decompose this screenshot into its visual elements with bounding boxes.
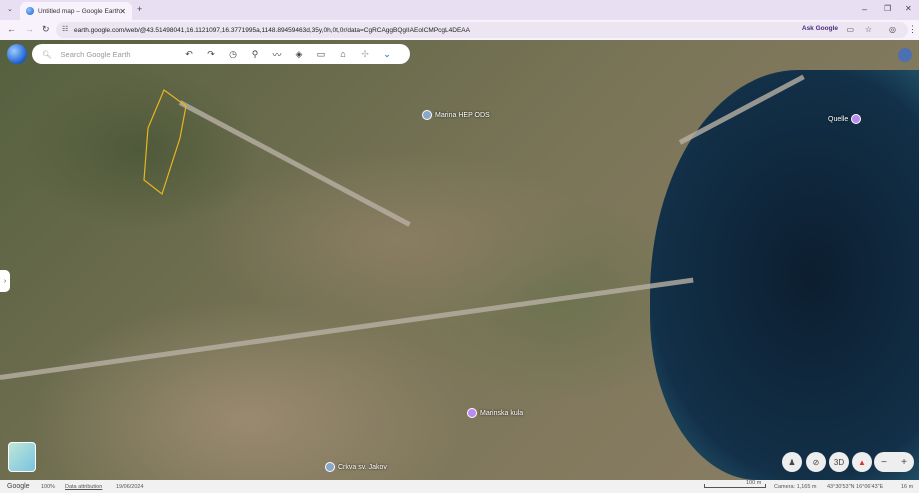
google-earth-favicon-icon (26, 7, 34, 15)
close-tab-icon[interactable]: ✕ (119, 7, 126, 16)
satellite-map[interactable]: 🔍︎ Search Google Earth ↶ ↷ ◷ ⚲ 〰 ◈ ▭ ⌂ ✣ … (0, 40, 919, 480)
pin-icon (325, 462, 335, 472)
profile-icon[interactable]: ◎ (889, 25, 896, 34)
label-text: Crkva sv. Jakov (338, 463, 387, 471)
layers-icon[interactable]: ◈ (288, 49, 310, 60)
place-label-marina-hep-ods[interactable]: Marina HEP ODS (422, 110, 490, 120)
compass-reset-icon[interactable]: ⊘ (806, 452, 826, 472)
projects-icon[interactable]: ⌂ (332, 49, 354, 59)
voyager-icon[interactable]: ✣ (354, 49, 376, 60)
history-icon[interactable]: ◷ (222, 49, 244, 60)
tab-title: Untitled map – Google Earth (38, 7, 121, 15)
label-text: Marinska kula (480, 409, 524, 417)
compass-icon[interactable]: ▲ (852, 452, 872, 472)
search-placeholder: Search Google Earth (60, 49, 131, 59)
search-input[interactable]: 🔍︎ Search Google Earth (32, 44, 172, 64)
3d-toggle-button[interactable]: 3D (829, 452, 849, 472)
drawn-polygon[interactable] (140, 88, 190, 198)
coordinates: 43°30'53"N 16°06'43"E (827, 483, 884, 490)
zoom-out-icon[interactable]: − (881, 457, 887, 468)
undo-icon[interactable]: ↶ (178, 49, 200, 60)
tab-google-earth[interactable]: Untitled map – Google Earth ✕ (20, 2, 132, 20)
status-bar: Google 100% Data attribution 19/06/2024 … (0, 480, 919, 493)
url-input[interactable]: ☷ earth.google.com/web/@43.51498041,16.1… (56, 22, 908, 38)
ask-google-button[interactable]: Ask Google (802, 25, 838, 32)
pin-icon (851, 114, 862, 124)
forward-icon[interactable]: → (25, 24, 34, 34)
restore-icon[interactable]: ❐ (884, 4, 891, 13)
bookmark-star-icon[interactable]: ☆ (865, 25, 872, 34)
search-icon: 🔍︎ (42, 49, 52, 59)
new-tab-icon[interactable]: + (137, 4, 142, 14)
scale-label: 100 m (746, 480, 762, 486)
account-avatar[interactable] (898, 48, 912, 62)
zoom-control: − + (874, 452, 914, 472)
google-logo: Google (7, 483, 30, 490)
imagery-date: 19/06/2024 (116, 483, 144, 490)
back-icon[interactable]: ← (7, 24, 16, 34)
tab-bar: ⌄ Untitled map – Google Earth ✕ + – ❐ ✕ (0, 0, 919, 20)
place-label-marinska-kula[interactable]: Marinska kula (467, 408, 523, 418)
road (178, 100, 411, 227)
zoom-level: 100% (41, 483, 56, 490)
menu-icon[interactable]: ⋮ (908, 24, 917, 35)
site-info-icon[interactable]: ☷ (62, 25, 68, 33)
place-label-quelle[interactable]: Quelle (828, 114, 862, 124)
data-attribution-link[interactable]: Data attribution (65, 484, 102, 490)
redo-icon[interactable]: ↷ (200, 49, 222, 60)
place-label-crkva-sv-jakov[interactable]: Crkva sv. Jakov (325, 462, 387, 472)
expand-panel-button[interactable]: › (0, 270, 10, 292)
url-text: earth.google.com/web/@43.51498041,16.112… (74, 26, 470, 34)
chevron-down-icon[interactable]: ⌄ (376, 49, 398, 60)
measure-icon[interactable]: ▭ (310, 49, 332, 60)
address-bar-row: ← → ↻ ☷ earth.google.com/web/@43.5149804… (0, 20, 919, 40)
placemark-icon[interactable]: ⚲ (244, 49, 266, 60)
close-window-icon[interactable]: ✕ (905, 4, 912, 13)
minimize-icon[interactable]: – (862, 4, 867, 14)
path-icon[interactable]: 〰 (266, 48, 288, 61)
road (0, 277, 694, 380)
cast-icon[interactable]: ▭ (846, 25, 854, 34)
label-text: Marina HEP ODS (435, 111, 490, 119)
sea-area (650, 70, 919, 480)
elevation: 16 m (901, 483, 914, 490)
tab-search-icon[interactable]: ⌄ (7, 5, 13, 13)
google-earth-logo-icon[interactable] (7, 44, 27, 64)
pin-icon (422, 110, 432, 120)
pin-icon (467, 408, 477, 418)
map-style-thumbnail[interactable] (8, 442, 36, 472)
label-text: Quelle (828, 115, 849, 123)
zoom-in-icon[interactable]: + (901, 457, 907, 468)
street-view-pegman-icon[interactable]: ♟ (782, 452, 802, 472)
reload-icon[interactable]: ↻ (42, 24, 50, 35)
camera-altitude: Camera: 1,165 m (774, 483, 817, 490)
toolbar: 🔍︎ Search Google Earth ↶ ↷ ◷ ⚲ 〰 ◈ ▭ ⌂ ✣ … (32, 44, 410, 64)
